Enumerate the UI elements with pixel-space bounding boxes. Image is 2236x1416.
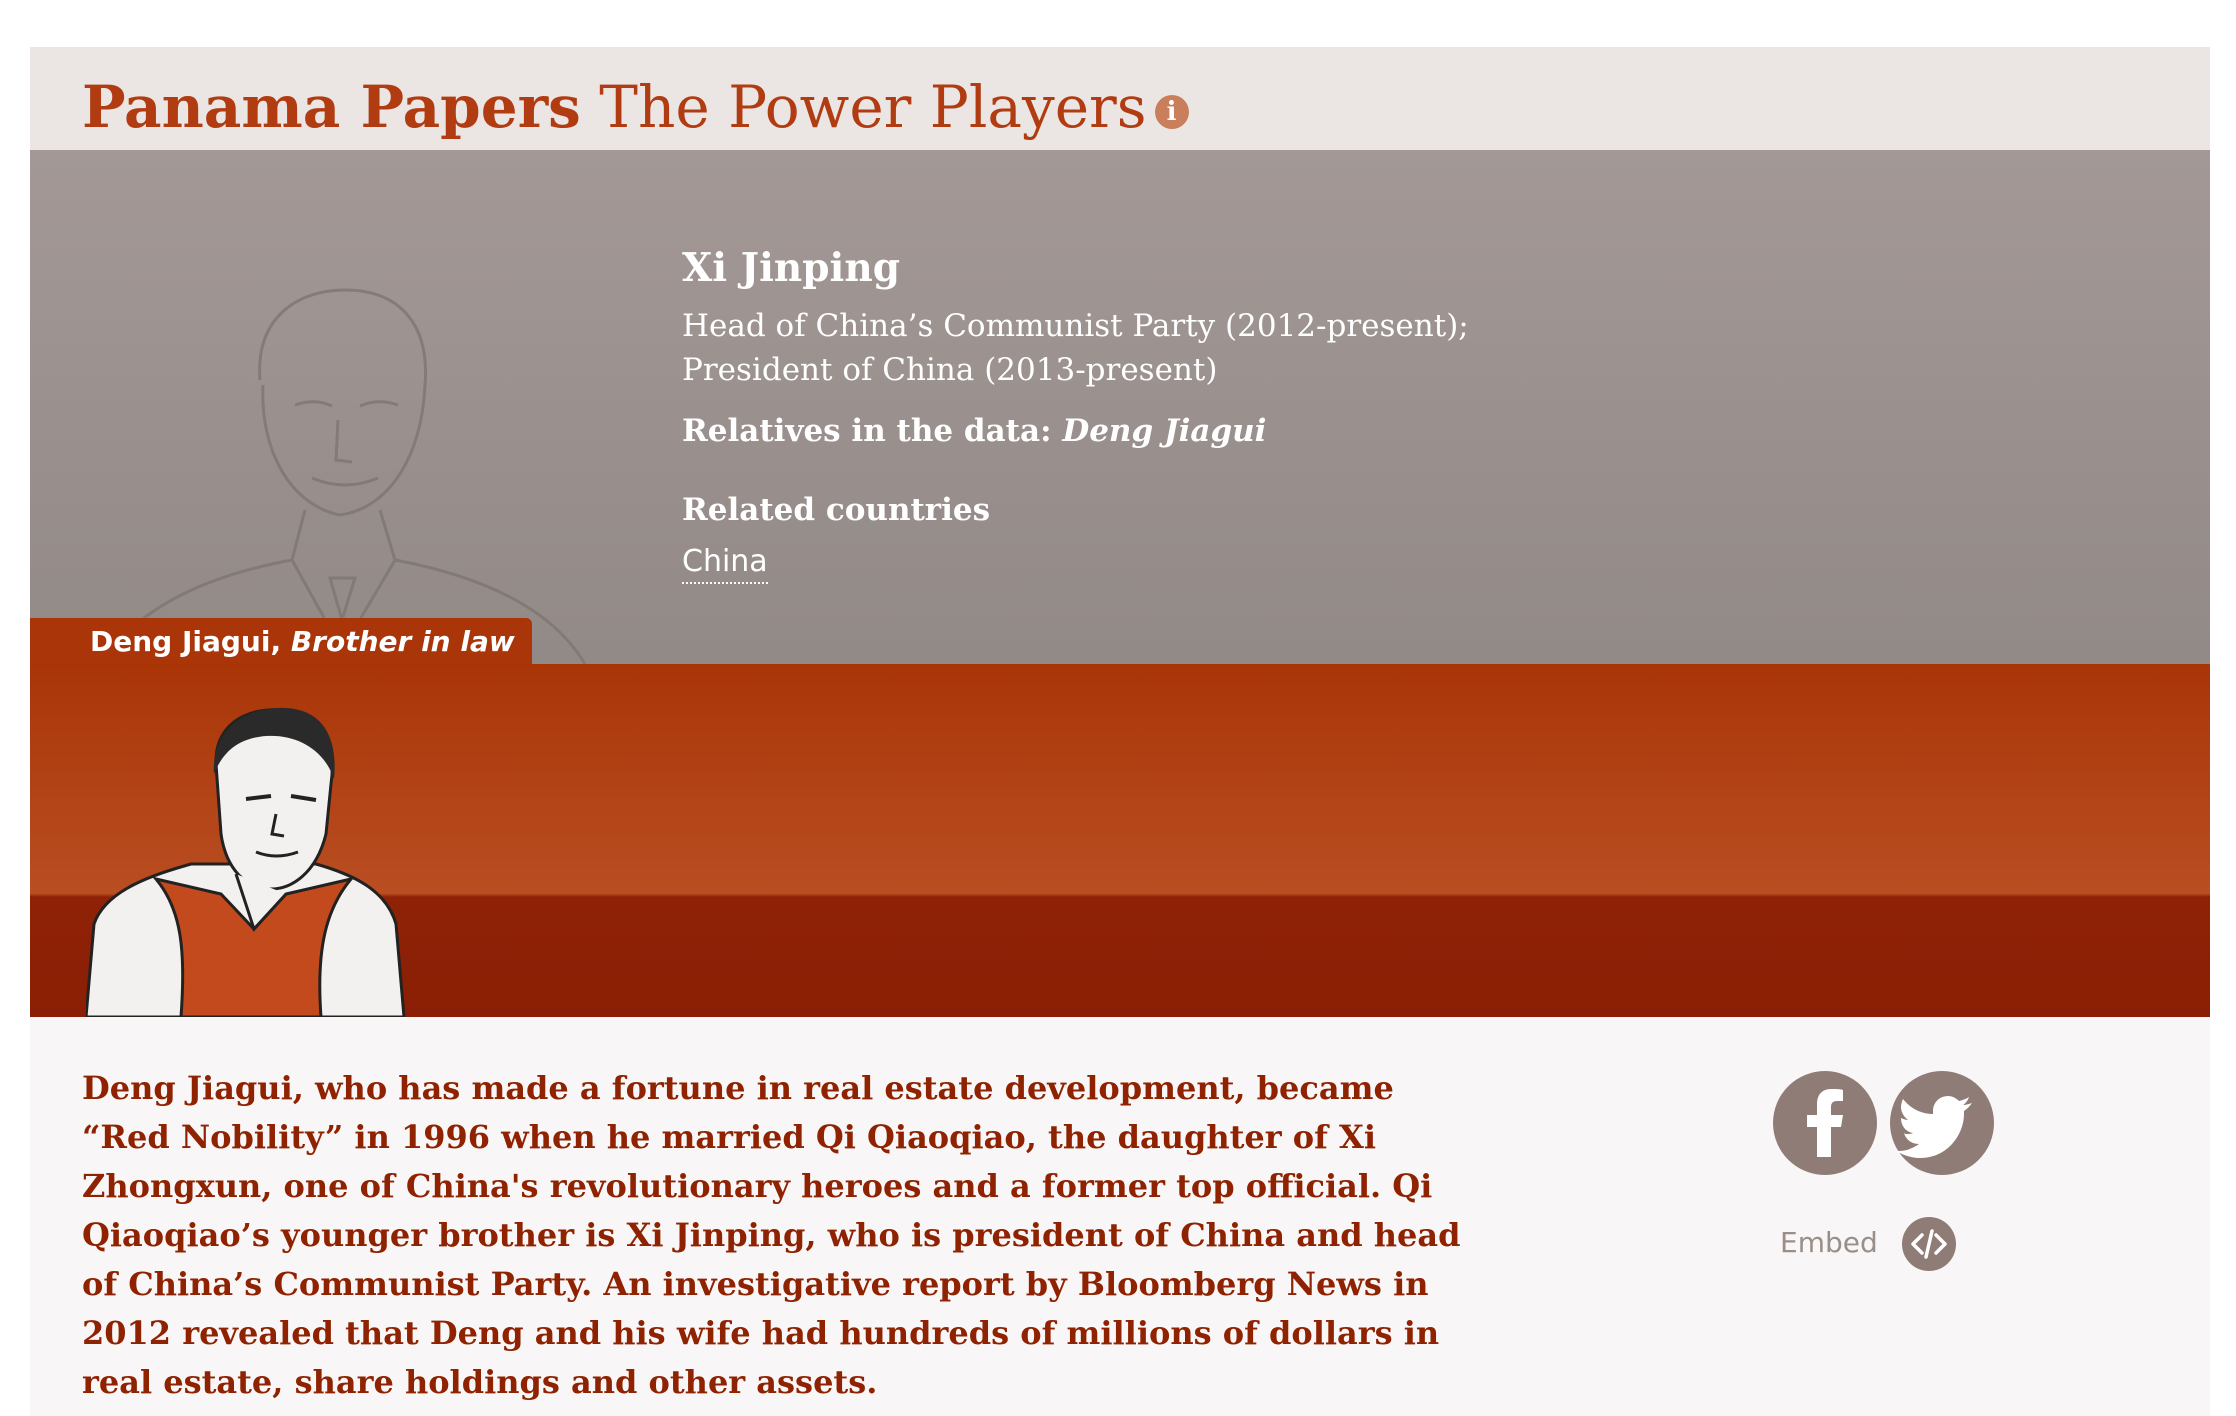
- politician-panel: Xi Jinping Head of China’s Communist Par…: [30, 150, 2210, 664]
- relatives-label: Relatives in the data:: [682, 413, 1052, 449]
- facebook-icon[interactable]: [1773, 1071, 1877, 1175]
- politician-role: Head of China’s Communist Party (2012-pr…: [682, 308, 1469, 388]
- relative-relation: Brother in law: [290, 625, 515, 658]
- countries-heading: Related countries: [682, 492, 991, 528]
- title-rest: The Power Players: [599, 73, 1147, 141]
- relatives-value[interactable]: Deng Jiagui: [1062, 413, 1266, 449]
- title-strong: Panama Papers: [82, 73, 581, 141]
- twitter-icon[interactable]: [1890, 1071, 1994, 1175]
- page-header: Panama Papers The Power Players i: [30, 47, 2210, 150]
- code-icon[interactable]: [1902, 1217, 1956, 1271]
- relative-name: Deng Jiagui,: [90, 625, 282, 658]
- embed-label[interactable]: Embed: [1780, 1225, 1878, 1261]
- info-icon[interactable]: i: [1154, 94, 1189, 129]
- country-link-china[interactable]: China: [682, 542, 768, 584]
- politician-info: Xi Jinping Head of China’s Communist Par…: [682, 244, 1612, 584]
- relative-description: Deng Jiagui, who has made a fortune in r…: [82, 1069, 1461, 1401]
- relative-tab[interactable]: Deng Jiagui, Brother in law: [30, 618, 532, 666]
- relatives-line: Relatives in the data: Deng Jiagui: [682, 408, 1612, 454]
- politician-name: Xi Jinping: [682, 245, 900, 291]
- page-title: Panama Papers The Power Players i: [82, 75, 1189, 139]
- relative-panel: [30, 664, 2210, 1017]
- politician-portrait: [98, 288, 587, 664]
- power-player-card: Panama Papers The Power Players i Xi Jinp…: [30, 47, 2210, 1416]
- relative-portrait: [86, 707, 406, 1017]
